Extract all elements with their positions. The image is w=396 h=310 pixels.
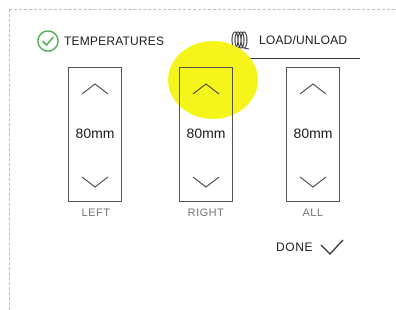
checkmark-icon	[320, 239, 344, 256]
stepper-left-up-button[interactable]	[69, 74, 121, 104]
tab-load-unload-label: LOAD/UNLOAD	[259, 33, 348, 47]
chevron-up-icon	[192, 83, 220, 95]
stepper-all-value: 80mm	[293, 125, 333, 141]
chevron-down-icon	[192, 176, 220, 188]
stepper-all-up-button[interactable]	[287, 74, 339, 104]
tab-load-unload[interactable]: LOAD/UNLOAD	[229, 30, 347, 50]
stepper-all: 80mm	[286, 67, 340, 202]
stepper-all-caption: ALL	[302, 207, 324, 219]
stepper-all-down-button[interactable]	[287, 167, 339, 197]
stepper-left-down-button[interactable]	[69, 167, 121, 197]
chevron-down-icon	[299, 176, 327, 188]
tab-temperatures[interactable]: TEMPERATURES	[37, 30, 164, 52]
stepper-right-down-button[interactable]	[180, 167, 232, 197]
stepper-left-caption: LEFT	[81, 207, 111, 219]
stepper-right-caption: RIGHT	[187, 207, 225, 219]
chevron-up-icon	[81, 83, 109, 95]
active-tab-underline	[242, 58, 360, 59]
done-button[interactable]: DONE	[276, 238, 345, 256]
stepper-right-up-button[interactable]	[180, 74, 232, 104]
stepper-right: 80mm	[179, 67, 233, 202]
tab-temperatures-label: TEMPERATURES	[64, 34, 165, 48]
done-label: DONE	[276, 240, 314, 254]
stepper-left: 80mm	[68, 67, 122, 202]
stepper-right-value: 80mm	[186, 125, 226, 141]
chevron-down-icon	[81, 176, 109, 188]
chevron-up-icon	[299, 83, 327, 95]
check-circle-icon	[37, 30, 59, 52]
stepper-left-value: 80mm	[75, 125, 115, 141]
